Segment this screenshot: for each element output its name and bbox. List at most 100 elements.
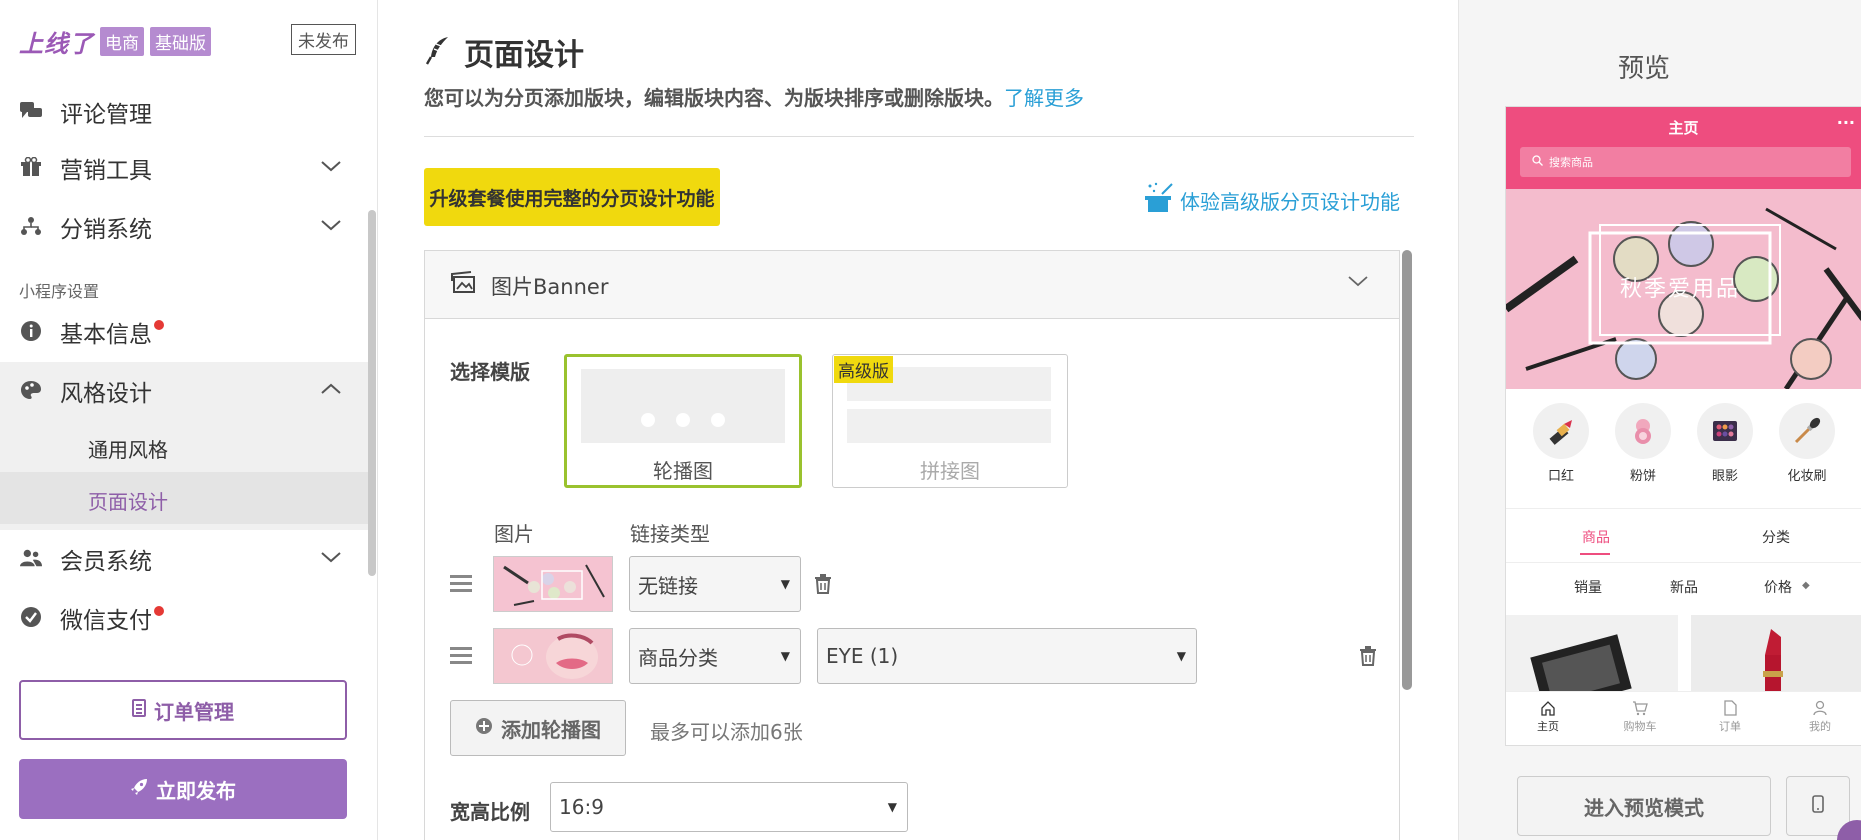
- phone-category-row: 口红 粉饼 眼影 化妆刷: [1506, 389, 1861, 509]
- add-carousel-label: 添加轮播图: [501, 717, 601, 742]
- sort-sales: 销量: [1574, 580, 1602, 596]
- ratio-value: 16:9: [559, 795, 604, 819]
- upgrade-plan-button[interactable]: 升级套餐使用完整的分页设计功能: [424, 168, 720, 226]
- chevron-down-icon: [320, 217, 342, 239]
- phone-header-title: 主页: [1668, 119, 1699, 137]
- category-label: 眼影: [1711, 469, 1738, 484]
- trash-icon[interactable]: [814, 574, 834, 596]
- brand-badge-ecommerce: 电商: [100, 27, 144, 56]
- dropdown-arrow-icon: ▼: [780, 577, 790, 591]
- sidebar-subitem-page-design[interactable]: 页面设计: [88, 486, 168, 515]
- sidebar-scrollbar[interactable]: [368, 210, 376, 576]
- trial-advanced-link[interactable]: 体验高级版分页设计功能: [1144, 182, 1400, 219]
- sidebar-item-distribution[interactable]: 分销系统: [0, 211, 378, 243]
- page-description: 您可以为分页添加版块，编辑版块内容、为版块排序或删除版块。了解更多: [424, 82, 1084, 111]
- phone-header: 主页 ··· 搜索商品: [1506, 107, 1861, 189]
- magic-hat-icon: [1144, 182, 1174, 219]
- sidebar-subitem-general-style[interactable]: 通用风格: [88, 434, 168, 463]
- bottom-nav-label: 订单: [1719, 720, 1741, 733]
- app-root: 上线了 电商 基础版 未发布 评论管理 营销工具 分销系统 小程序设置 基本信息…: [0, 0, 1861, 840]
- sidebar-item-wechat-pay[interactable]: 微信支付: [0, 602, 378, 634]
- dropdown-arrow-icon: ▼: [780, 649, 790, 663]
- chevron-up-icon: [320, 381, 342, 403]
- info-icon: [20, 320, 42, 342]
- eyeshadow-palette-icon: [1697, 403, 1753, 459]
- link-type-value: 无链接: [638, 573, 698, 598]
- sidebar-item-style-design[interactable]: 风格设计: [0, 375, 378, 407]
- tab-products: 商品: [1582, 530, 1610, 546]
- template-label: 轮播图: [653, 459, 713, 483]
- active-item-highlight: [0, 472, 368, 524]
- brand-name: 上线了: [19, 30, 94, 58]
- sidebar-item-members[interactable]: 会员系统: [0, 543, 378, 575]
- plus-circle-icon: [475, 716, 493, 740]
- more-icon: ···: [1836, 113, 1855, 132]
- bottom-nav-label: 购物车: [1623, 720, 1657, 733]
- carousel-dot: [711, 413, 725, 427]
- makeup-brush-icon: [1779, 403, 1835, 459]
- page-title-text: 页面设计: [464, 38, 584, 73]
- phone-banner: 秋季爱用品: [1506, 189, 1861, 389]
- drag-handle-icon[interactable]: [450, 647, 472, 665]
- sidebar-item-label: 分销系统: [60, 217, 152, 243]
- sitemap-icon: [20, 215, 42, 237]
- sidebar-item-label: 营销工具: [60, 158, 152, 184]
- ratio-select[interactable]: 16:9 ▼: [550, 782, 908, 832]
- panel-scrollbar[interactable]: [1402, 250, 1412, 690]
- template-carousel[interactable]: 轮播图: [564, 354, 802, 488]
- publish-button[interactable]: 立即发布: [19, 759, 347, 819]
- sidebar-item-reviews[interactable]: 评论管理: [0, 96, 378, 128]
- learn-more-link[interactable]: 了解更多: [1004, 86, 1084, 110]
- sidebar-item-label: 会员系统: [60, 549, 152, 575]
- link-target-select[interactable]: EYE (1) ▼: [817, 628, 1197, 684]
- template-preview: [847, 409, 1051, 443]
- category-item: 眼影: [1692, 403, 1758, 484]
- category-item: 粉饼: [1610, 403, 1676, 484]
- sidebar-item-label: 风格设计: [60, 381, 152, 407]
- sidebar-item-marketing[interactable]: 营销工具: [0, 152, 378, 184]
- add-limit-note: 最多可以添加6张: [650, 720, 803, 744]
- active-tab-indicator: [1580, 553, 1610, 555]
- trash-icon[interactable]: [1359, 646, 1379, 668]
- choose-template-label: 选择模版: [450, 360, 530, 384]
- sidebar-item-label: 评论管理: [60, 102, 152, 128]
- phone-bottom-nav: 主页 购物车 订单 我的: [1506, 691, 1861, 745]
- trial-link-label: 体验高级版分页设计功能: [1180, 190, 1400, 214]
- phone-search-bar: 搜索商品: [1520, 147, 1851, 177]
- banner-thumbnail[interactable]: [493, 556, 613, 612]
- category-label: 化妆刷: [1787, 469, 1827, 484]
- publish-label: 立即发布: [156, 778, 236, 803]
- document-icon: [132, 698, 146, 722]
- enter-preview-button[interactable]: 进入预览模式: [1517, 776, 1771, 836]
- link-type-select[interactable]: 商品分类 ▼: [629, 628, 801, 684]
- template-collage[interactable]: 高级版 拼接图: [832, 354, 1068, 488]
- phone-preview: 主页 ··· 搜索商品 秋季爱用品 口红 粉饼 眼影 化妆刷 商品 分类 销量 …: [1505, 106, 1861, 746]
- bottom-nav-label: 主页: [1537, 720, 1559, 733]
- lipstick-icon: [1533, 403, 1589, 459]
- feather-icon: [424, 35, 452, 69]
- order-management-button[interactable]: 订单管理: [19, 680, 347, 740]
- drag-handle-icon[interactable]: [450, 575, 472, 593]
- add-carousel-button[interactable]: 添加轮播图: [450, 700, 626, 756]
- cart-icon: [1610, 698, 1670, 718]
- banner-thumbnail[interactable]: [493, 628, 613, 684]
- compact-icon: [1615, 403, 1671, 459]
- category-item: 化妆刷: [1774, 403, 1840, 484]
- brand: 上线了 电商 基础版: [19, 24, 211, 59]
- notification-dot: [154, 320, 164, 330]
- sidebar-item-label: 基本信息: [60, 315, 164, 349]
- chevron-down-icon: [320, 549, 342, 571]
- chevron-down-icon[interactable]: [1347, 273, 1369, 292]
- page-title: 页面设计: [424, 30, 584, 74]
- sidebar-item-basic-info[interactable]: 基本信息: [0, 316, 378, 348]
- bottom-nav-label: 我的: [1809, 720, 1831, 733]
- panel-header[interactable]: 图片Banner: [425, 251, 1399, 319]
- search-icon: [1532, 155, 1543, 169]
- sidebar-item-label: 微信支付: [60, 601, 164, 635]
- sidebar-item-text: 微信支付: [60, 608, 152, 634]
- image-icon: [451, 271, 477, 299]
- notification-dot: [154, 606, 164, 616]
- bottom-nav-orders: 订单: [1700, 698, 1760, 734]
- phone-tabs: 商品 分类: [1506, 509, 1861, 563]
- link-type-select[interactable]: 无链接 ▼: [629, 556, 801, 612]
